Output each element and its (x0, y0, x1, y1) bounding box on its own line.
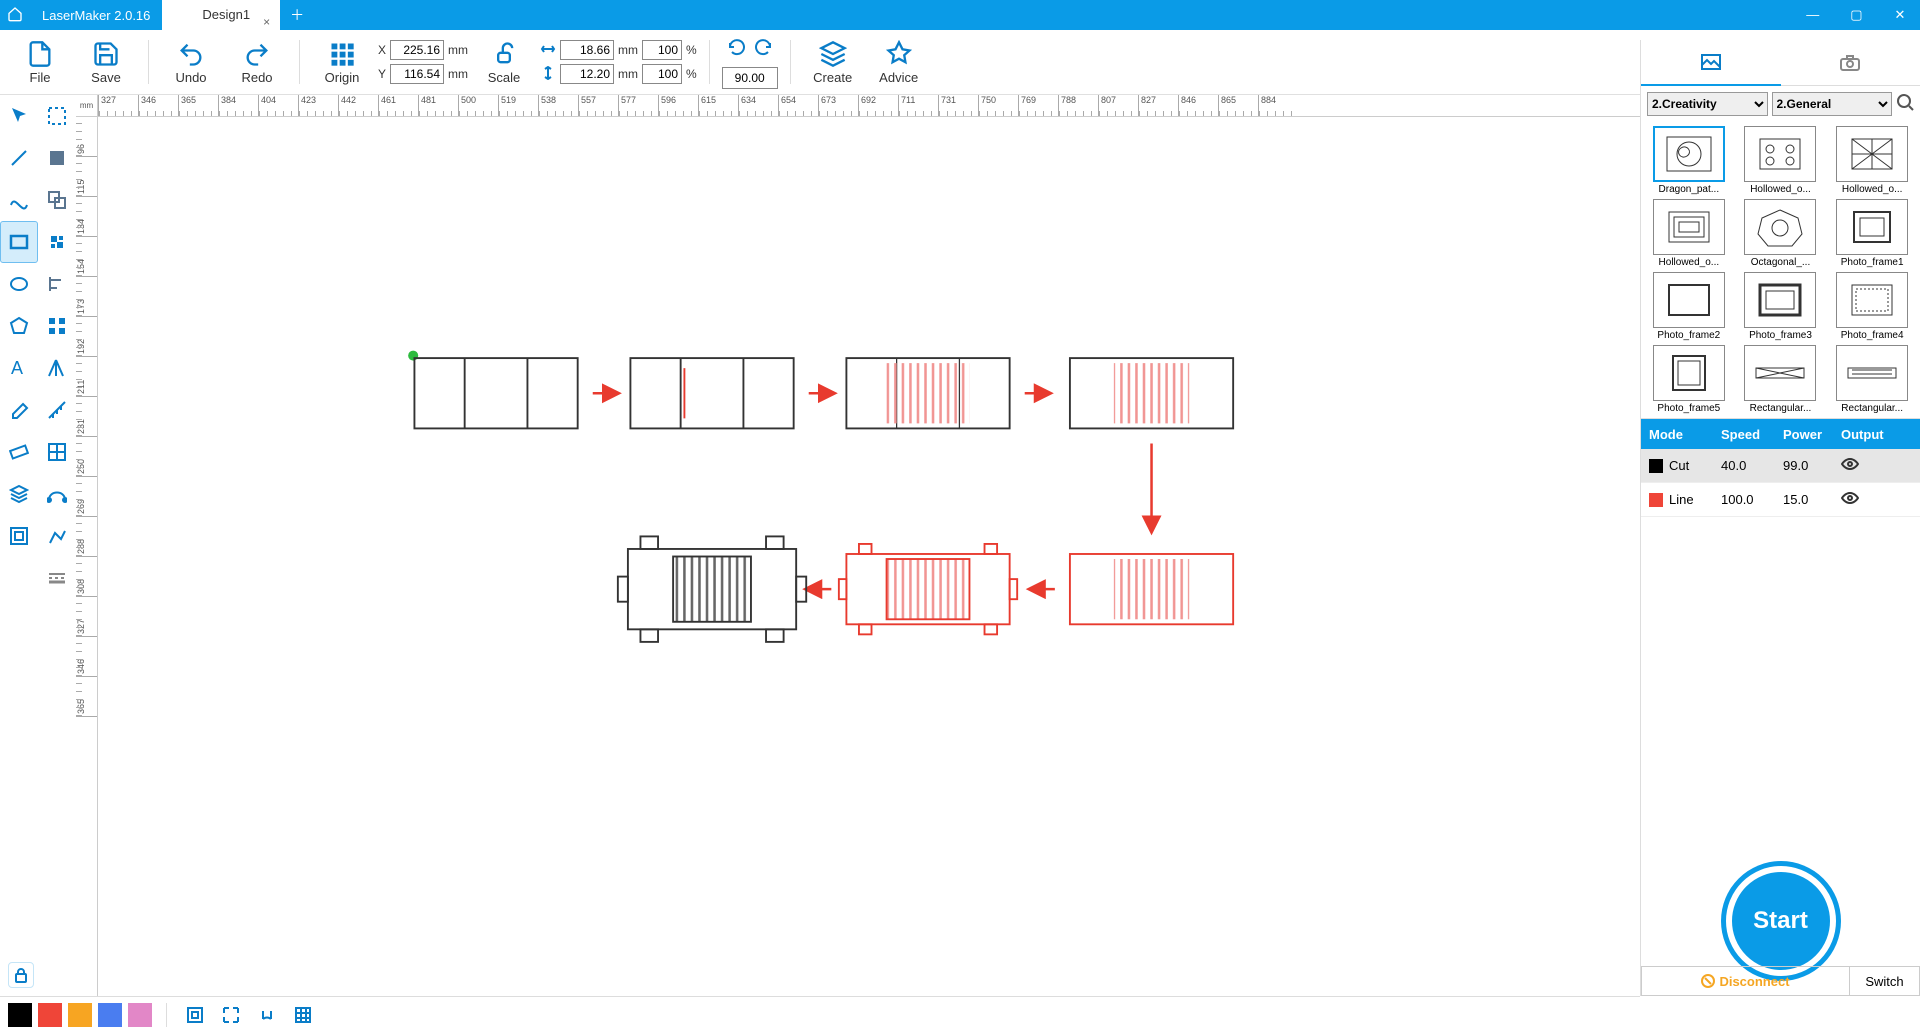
design-canvas[interactable] (98, 117, 1640, 996)
layers-tool[interactable] (0, 473, 38, 515)
layer-row[interactable]: Cut40.099.0 (1641, 449, 1920, 483)
left-tool-palette: A (0, 95, 76, 996)
rotate-cw-icon[interactable] (752, 36, 774, 63)
height-pct-input[interactable] (642, 64, 682, 84)
canvas-area: mm 3273463653844044234424614815005195385… (76, 95, 1640, 996)
snap-button[interactable] (253, 1001, 281, 1029)
library-item[interactable]: Rectangular... (1737, 345, 1825, 414)
palette-color[interactable] (98, 1003, 122, 1027)
vertical-ruler: 9611513415417319221123125026928830832734… (76, 117, 98, 996)
right-panel: 2.Creativity 2.General Dragon_pat...Holl… (1640, 40, 1920, 996)
library-item[interactable]: Hollowed_o... (1737, 126, 1825, 195)
redo-button[interactable]: Redo (227, 34, 287, 90)
height-input[interactable] (560, 64, 614, 84)
layer-row[interactable]: Line100.015.0 (1641, 483, 1920, 517)
path-tool[interactable] (38, 515, 76, 557)
disconnect-button[interactable]: Disconnect (1641, 966, 1850, 996)
lock-button[interactable] (8, 962, 34, 988)
bottom-bar (0, 996, 1640, 1032)
fit-button[interactable] (181, 1001, 209, 1029)
start-button[interactable]: Start (1726, 866, 1836, 976)
palette-color[interactable] (8, 1003, 32, 1027)
origin-button[interactable]: Origin (312, 34, 372, 90)
home-icon[interactable] (0, 6, 30, 25)
library-item[interactable]: Hollowed_o... (1645, 199, 1733, 268)
rect-tool[interactable] (0, 221, 38, 263)
library-item[interactable]: Hollowed_o... (1828, 126, 1916, 195)
rotate-ccw-icon[interactable] (726, 36, 748, 63)
window-controls: — ▢ ✕ (1793, 7, 1920, 23)
app-name: LaserMaker 2.0.16 (30, 8, 162, 23)
width-input[interactable] (560, 40, 614, 60)
xy-coords: X mm Y mm (378, 40, 468, 84)
search-icon[interactable] (1896, 93, 1914, 116)
bezier-tool[interactable] (38, 473, 76, 515)
minimize-button[interactable]: — (1793, 7, 1833, 22)
stroke-tool[interactable] (38, 557, 76, 599)
maximize-button[interactable]: ▢ (1836, 7, 1876, 23)
library-item[interactable]: Photo_frame5 (1645, 345, 1733, 414)
line-tool[interactable] (0, 137, 38, 179)
text-tool[interactable]: A (0, 347, 38, 389)
array-tool[interactable] (38, 431, 76, 473)
measure-tool[interactable] (38, 389, 76, 431)
wh-coords: mm % mm % (540, 40, 697, 84)
width-icon (540, 42, 556, 59)
file-button[interactable]: File (10, 34, 70, 90)
polygon-tool[interactable] (0, 305, 38, 347)
category2-select[interactable]: 2.General (1772, 92, 1893, 116)
library-item[interactable]: Octagonal_... (1737, 199, 1825, 268)
frame-tool[interactable] (0, 515, 38, 557)
width-pct-input[interactable] (642, 40, 682, 60)
category1-select[interactable]: 2.Creativity (1647, 92, 1768, 116)
switch-button[interactable]: Switch (1850, 966, 1920, 996)
y-input[interactable] (390, 64, 444, 84)
palette-color[interactable] (68, 1003, 92, 1027)
library-item[interactable]: Rectangular... (1828, 345, 1916, 414)
library-item[interactable]: Dragon_pat... (1645, 126, 1733, 195)
palette-color[interactable] (128, 1003, 152, 1027)
angle-input[interactable] (722, 67, 778, 89)
library-item[interactable]: Photo_frame3 (1737, 272, 1825, 341)
save-button[interactable]: Save (76, 34, 136, 90)
library-tab[interactable] (1641, 40, 1781, 86)
fill-tool[interactable] (38, 137, 76, 179)
horizontal-ruler: 3273463653844044234424614815005195385575… (76, 95, 1640, 117)
library-item[interactable]: Photo_frame2 (1645, 272, 1733, 341)
ruler-tool[interactable] (0, 431, 38, 473)
ruler-corner: mm (76, 95, 98, 117)
tab-label: Design1 (202, 7, 250, 22)
library-item[interactable]: Photo_frame4 (1828, 272, 1916, 341)
palette-color[interactable] (38, 1003, 62, 1027)
x-input[interactable] (390, 40, 444, 60)
ellipse-tool[interactable] (0, 263, 38, 305)
scale-button[interactable]: Scale (474, 34, 534, 90)
grid-tool[interactable] (38, 305, 76, 347)
close-button[interactable]: ✕ (1880, 7, 1920, 23)
new-tab-button[interactable]: ＋ (290, 5, 304, 25)
copy-tool[interactable] (38, 179, 76, 221)
undo-button[interactable]: Undo (161, 34, 221, 90)
blob-tool[interactable] (38, 221, 76, 263)
select-tool[interactable] (0, 95, 38, 137)
create-button[interactable]: Create (803, 34, 863, 90)
align-tool[interactable] (38, 263, 76, 305)
title-bar: LaserMaker 2.0.16 Design1 × ＋ — ▢ ✕ (0, 0, 1920, 30)
mirror-tool[interactable] (38, 347, 76, 389)
curve-tool[interactable] (0, 179, 38, 221)
document-tab[interactable]: Design1 × (162, 0, 280, 30)
camera-tab[interactable] (1781, 40, 1920, 86)
height-icon (540, 66, 556, 83)
library-grid: Dragon_pat...Hollowed_o...Hollowed_o...H… (1641, 122, 1920, 418)
gridview-button[interactable] (289, 1001, 317, 1029)
layers-panel: Mode Speed Power Output Cut40.099.0Line1… (1641, 418, 1920, 517)
zoom-button[interactable] (217, 1001, 245, 1029)
main-toolbar: File Save Undo Redo Origin X mm Y mm Sca… (0, 30, 1920, 95)
advice-button[interactable]: Advice (869, 34, 929, 90)
library-item[interactable]: Photo_frame1 (1828, 199, 1916, 268)
marquee-tool[interactable] (38, 95, 76, 137)
eraser-tool[interactable] (0, 389, 38, 431)
svg-text:A: A (11, 358, 23, 378)
close-icon[interactable]: × (263, 7, 270, 37)
